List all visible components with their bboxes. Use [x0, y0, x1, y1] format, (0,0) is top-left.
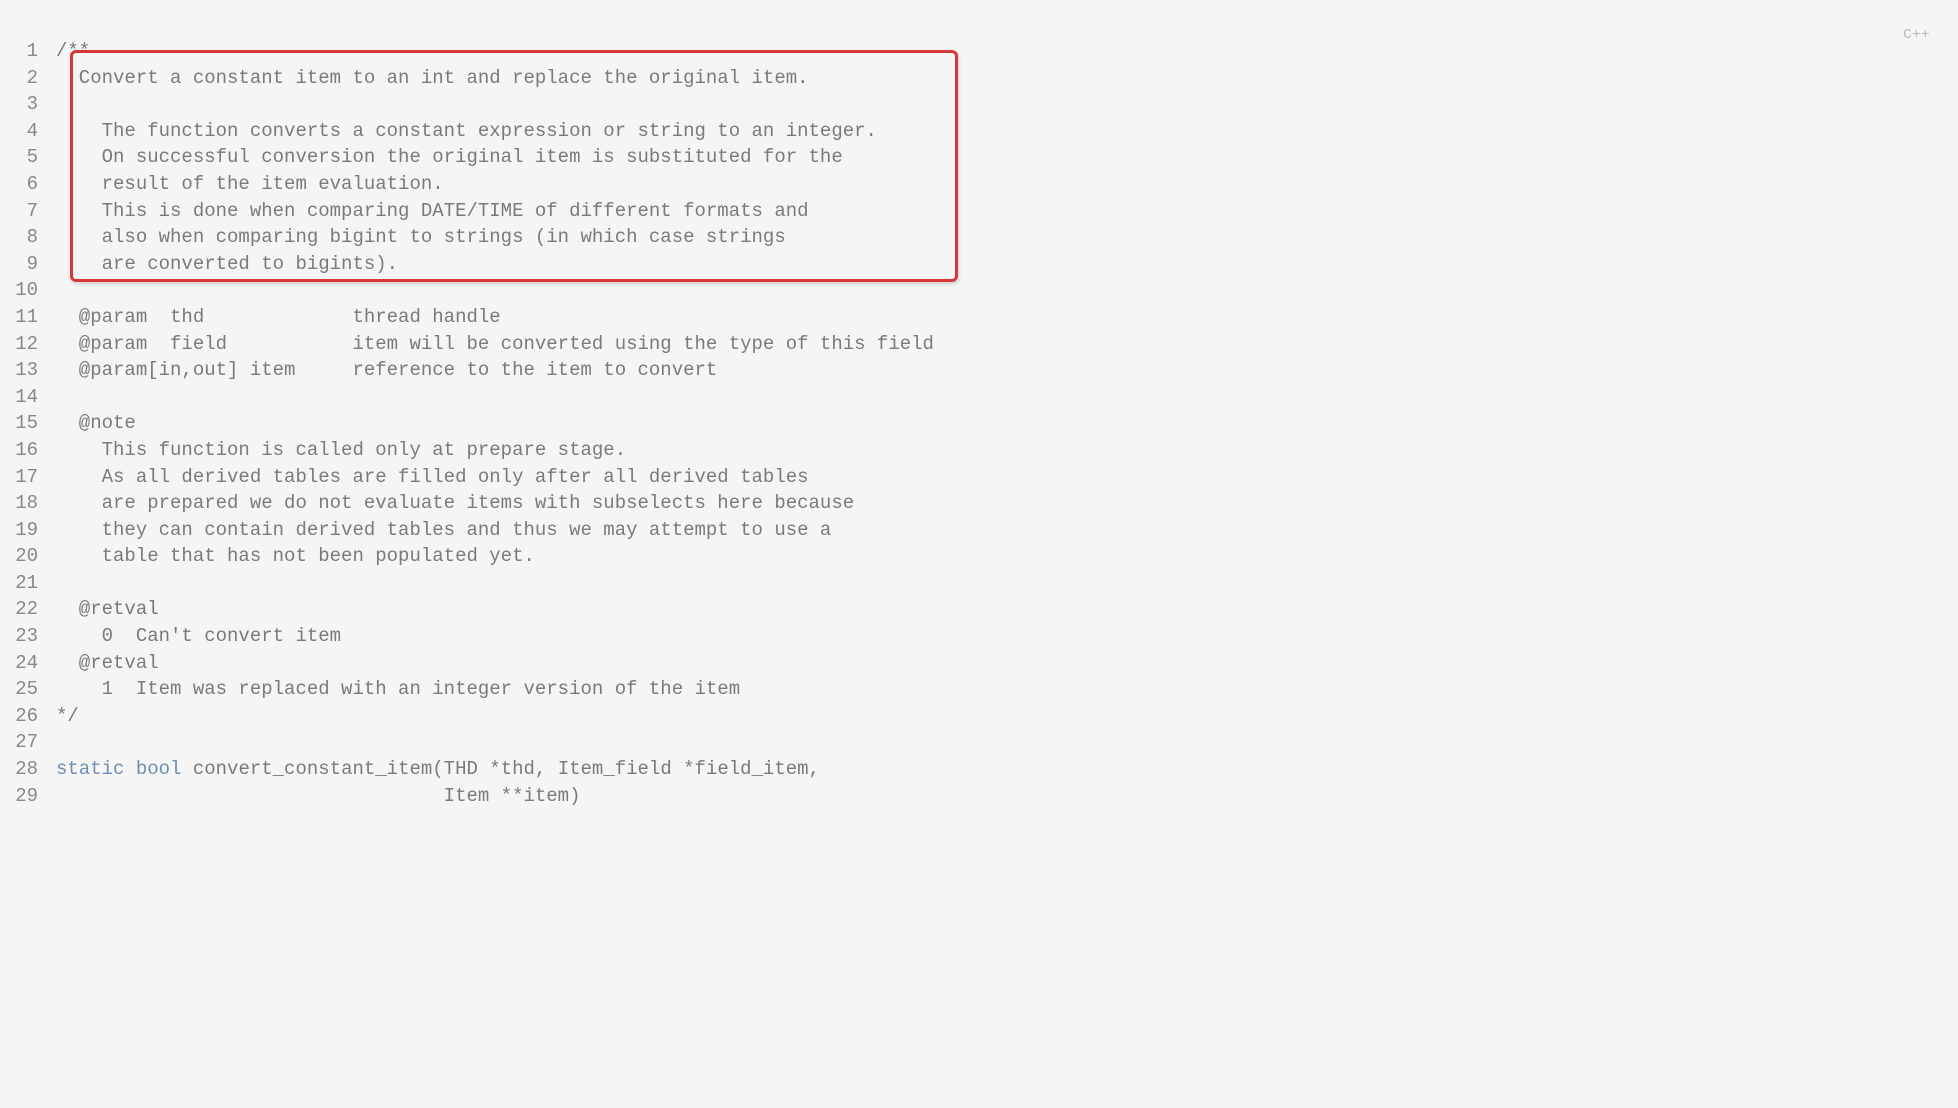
line-number: 9	[0, 251, 38, 278]
code-line[interactable]	[56, 570, 1958, 597]
code-line[interactable]: This function is called only at prepare …	[56, 437, 1958, 464]
line-number: 4	[0, 118, 38, 145]
code-line[interactable]	[56, 729, 1958, 756]
line-number: 15	[0, 410, 38, 437]
line-number: 11	[0, 304, 38, 331]
code-text: convert_constant_item(THD *thd, Item_fie…	[181, 758, 820, 780]
line-number: 26	[0, 703, 38, 730]
code-line[interactable]: 1 Item was replaced with an integer vers…	[56, 676, 1958, 703]
code-line[interactable]: As all derived tables are filled only af…	[56, 464, 1958, 491]
code-line[interactable]: they can contain derived tables and thus…	[56, 517, 1958, 544]
code-line[interactable]	[56, 277, 1958, 304]
code-line[interactable]: This is done when comparing DATE/TIME of…	[56, 198, 1958, 225]
line-number: 23	[0, 623, 38, 650]
code-line[interactable]: also when comparing bigint to strings (i…	[56, 224, 1958, 251]
line-number: 25	[0, 676, 38, 703]
code-line[interactable]	[56, 384, 1958, 411]
line-number: 13	[0, 357, 38, 384]
code-line[interactable]: result of the item evaluation.	[56, 171, 1958, 198]
code-line[interactable]: Item **item)	[56, 783, 1958, 810]
line-number: 2	[0, 65, 38, 92]
code-line[interactable]: are prepared we do not evaluate items wi…	[56, 490, 1958, 517]
code-container: 1234567891011121314151617181920212223242…	[0, 12, 1958, 809]
line-number: 8	[0, 224, 38, 251]
line-number: 16	[0, 437, 38, 464]
keyword-static: static	[56, 758, 124, 780]
line-number: 17	[0, 464, 38, 491]
line-number: 10	[0, 277, 38, 304]
code-line[interactable]: are converted to bigints).	[56, 251, 1958, 278]
code-area[interactable]: /** Convert a constant item to an int an…	[56, 38, 1958, 809]
line-number-gutter: 1234567891011121314151617181920212223242…	[0, 38, 56, 809]
line-number: 5	[0, 144, 38, 171]
line-number: 3	[0, 91, 38, 118]
keyword-bool: bool	[136, 758, 182, 780]
line-number: 21	[0, 570, 38, 597]
code-line[interactable]: Convert a constant item to an int and re…	[56, 65, 1958, 92]
code-line[interactable]: The function converts a constant express…	[56, 118, 1958, 145]
code-line[interactable]: @param field item will be converted usin…	[56, 331, 1958, 358]
code-line[interactable]: @param thd thread handle	[56, 304, 1958, 331]
line-number: 7	[0, 198, 38, 225]
line-number: 18	[0, 490, 38, 517]
code-line[interactable]	[56, 91, 1958, 118]
line-number: 12	[0, 331, 38, 358]
code-line[interactable]: static bool convert_constant_item(THD *t…	[56, 756, 1958, 783]
code-line[interactable]: @note	[56, 410, 1958, 437]
line-number: 22	[0, 596, 38, 623]
line-number: 19	[0, 517, 38, 544]
code-line[interactable]: table that has not been populated yet.	[56, 543, 1958, 570]
code-line[interactable]: 0 Can't convert item	[56, 623, 1958, 650]
line-number: 14	[0, 384, 38, 411]
line-number: 24	[0, 650, 38, 677]
code-line[interactable]: On successful conversion the original it…	[56, 144, 1958, 171]
code-line[interactable]: /**	[56, 38, 1958, 65]
code-line[interactable]: */	[56, 703, 1958, 730]
code-line[interactable]: @retval	[56, 650, 1958, 677]
code-line[interactable]: @retval	[56, 596, 1958, 623]
line-number: 28	[0, 756, 38, 783]
code-line[interactable]: @param[in,out] item reference to the ite…	[56, 357, 1958, 384]
line-number: 1	[0, 38, 38, 65]
line-number: 27	[0, 729, 38, 756]
line-number: 6	[0, 171, 38, 198]
line-number: 20	[0, 543, 38, 570]
line-number: 29	[0, 783, 38, 810]
